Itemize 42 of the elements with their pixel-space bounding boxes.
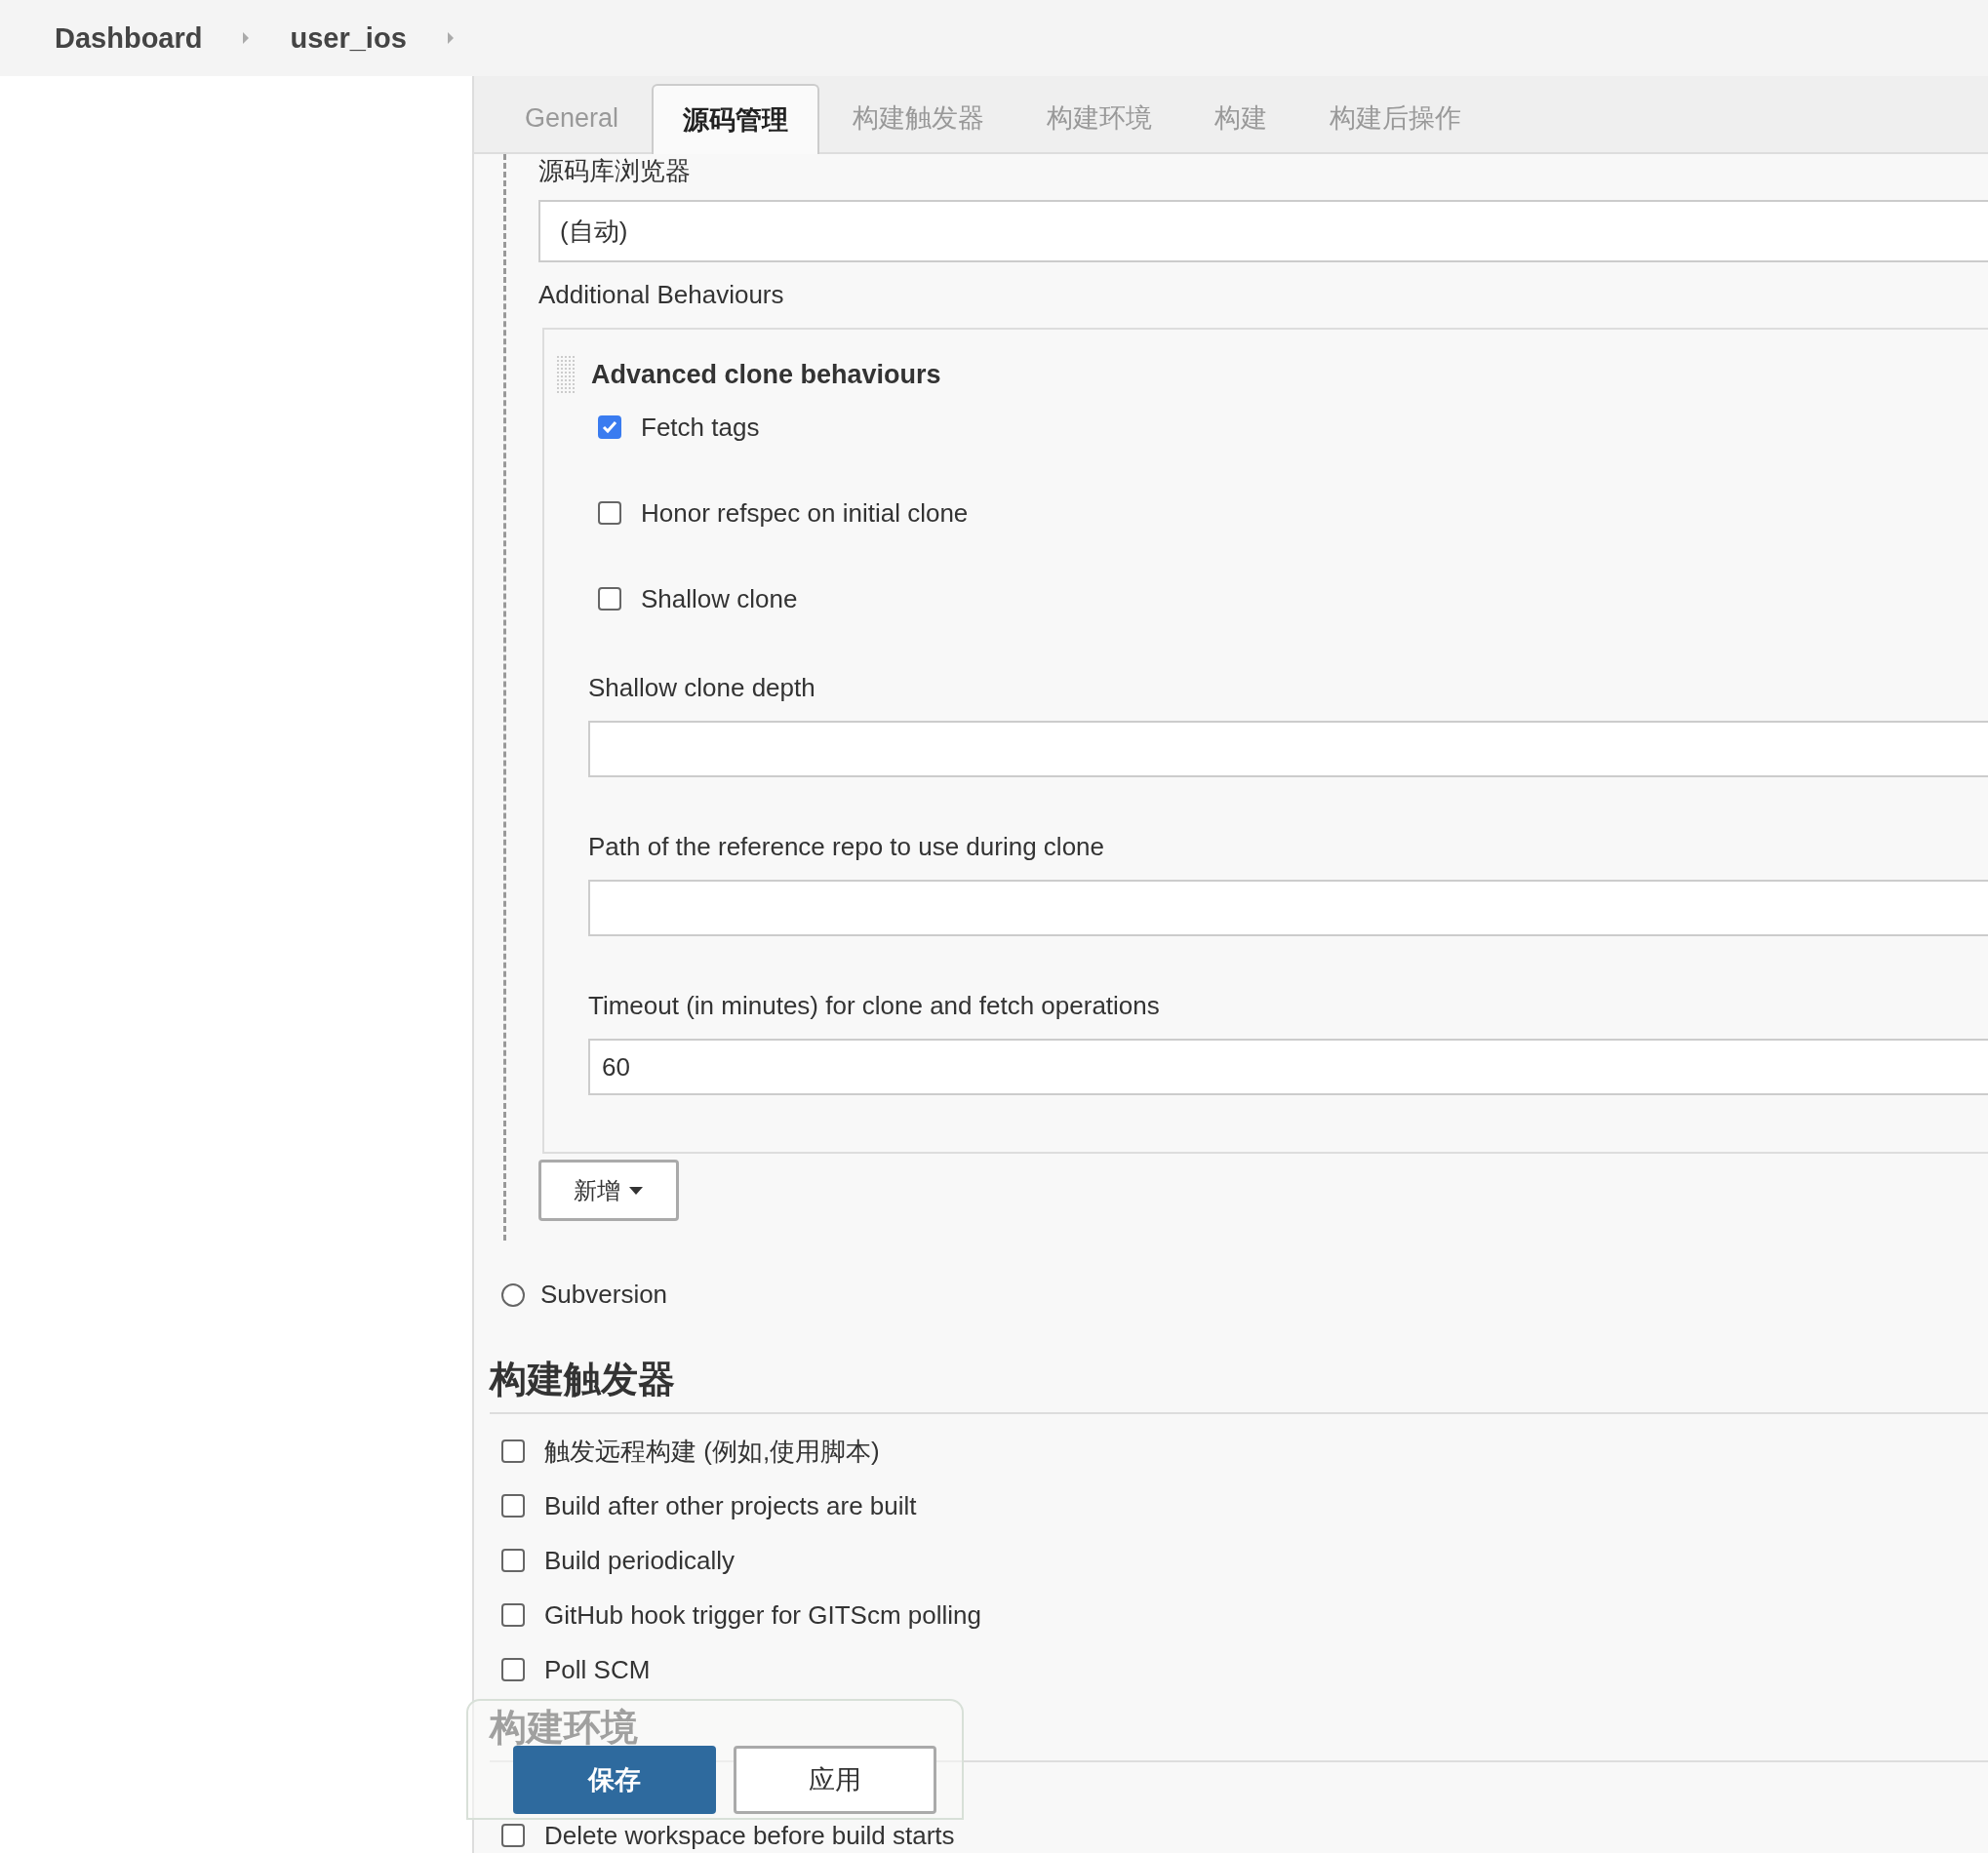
- dropdown-field[interactable]: (自动): [538, 200, 1988, 262]
- checkbox-label: Build after other projects are built: [544, 1490, 917, 1521]
- checkbox-label: Honor refspec on initial clone: [641, 497, 969, 529]
- save-button[interactable]: 保存: [513, 1746, 716, 1814]
- radio-label: Subversion: [540, 1280, 668, 1310]
- checkbox-label: Fetch tags: [641, 412, 760, 443]
- field-label: Path of the reference repo to use during clone: [588, 832, 1105, 862]
- input-field[interactable]: [588, 721, 1988, 777]
- radio-button[interactable]: [501, 1282, 525, 1307]
- checkbox[interactable]: [501, 1494, 525, 1518]
- breadcrumb-link[interactable]: user_ios: [290, 21, 407, 55]
- checkbox-label: Poll SCM: [544, 1654, 651, 1685]
- section-heading: 构建触发器: [490, 1355, 1988, 1414]
- checkbox[interactable]: [501, 1549, 525, 1572]
- chevron-icon: [241, 31, 252, 45]
- checkbox[interactable]: [598, 587, 621, 611]
- input-field[interactable]: [588, 880, 1988, 936]
- caret-icon: [628, 1185, 644, 1196]
- field-label: Shallow clone depth: [588, 673, 816, 703]
- checkbox[interactable]: [501, 1439, 525, 1463]
- breadcrumb-link[interactable]: Dashboard: [55, 21, 203, 55]
- checkbox[interactable]: [598, 501, 621, 525]
- checkbox-label: 触发远程构建 (例如,使用脚本): [544, 1435, 880, 1468]
- checkbox-label: Delete workspace before build starts: [544, 1820, 955, 1851]
- checkbox-label: GitHub hook trigger for GITScm polling: [544, 1599, 981, 1631]
- add-button[interactable]: 新增: [538, 1160, 679, 1221]
- tab[interactable]: 源码管理: [652, 84, 820, 154]
- chevron-icon: [445, 31, 456, 45]
- checkbox-label: Build periodically: [544, 1545, 736, 1576]
- drag-handle-icon[interactable]: [556, 355, 577, 394]
- checkbox-label: Shallow clone: [641, 583, 798, 614]
- section-label: Additional Behaviours: [538, 280, 785, 310]
- checkbox[interactable]: [598, 415, 621, 439]
- checkbox[interactable]: [501, 1658, 525, 1681]
- behaviour-title: Advanced clone behaviours: [591, 359, 941, 390]
- field-label: Timeout (in minutes) for clone and fetch operations: [588, 991, 1161, 1021]
- apply-button[interactable]: 应用: [734, 1746, 936, 1814]
- field-label: 源码库浏览器: [538, 155, 692, 187]
- checkbox[interactable]: [501, 1603, 525, 1627]
- checkbox[interactable]: [501, 1824, 525, 1847]
- checkmark-icon: [602, 420, 617, 434]
- input-field[interactable]: 60: [588, 1039, 1988, 1095]
